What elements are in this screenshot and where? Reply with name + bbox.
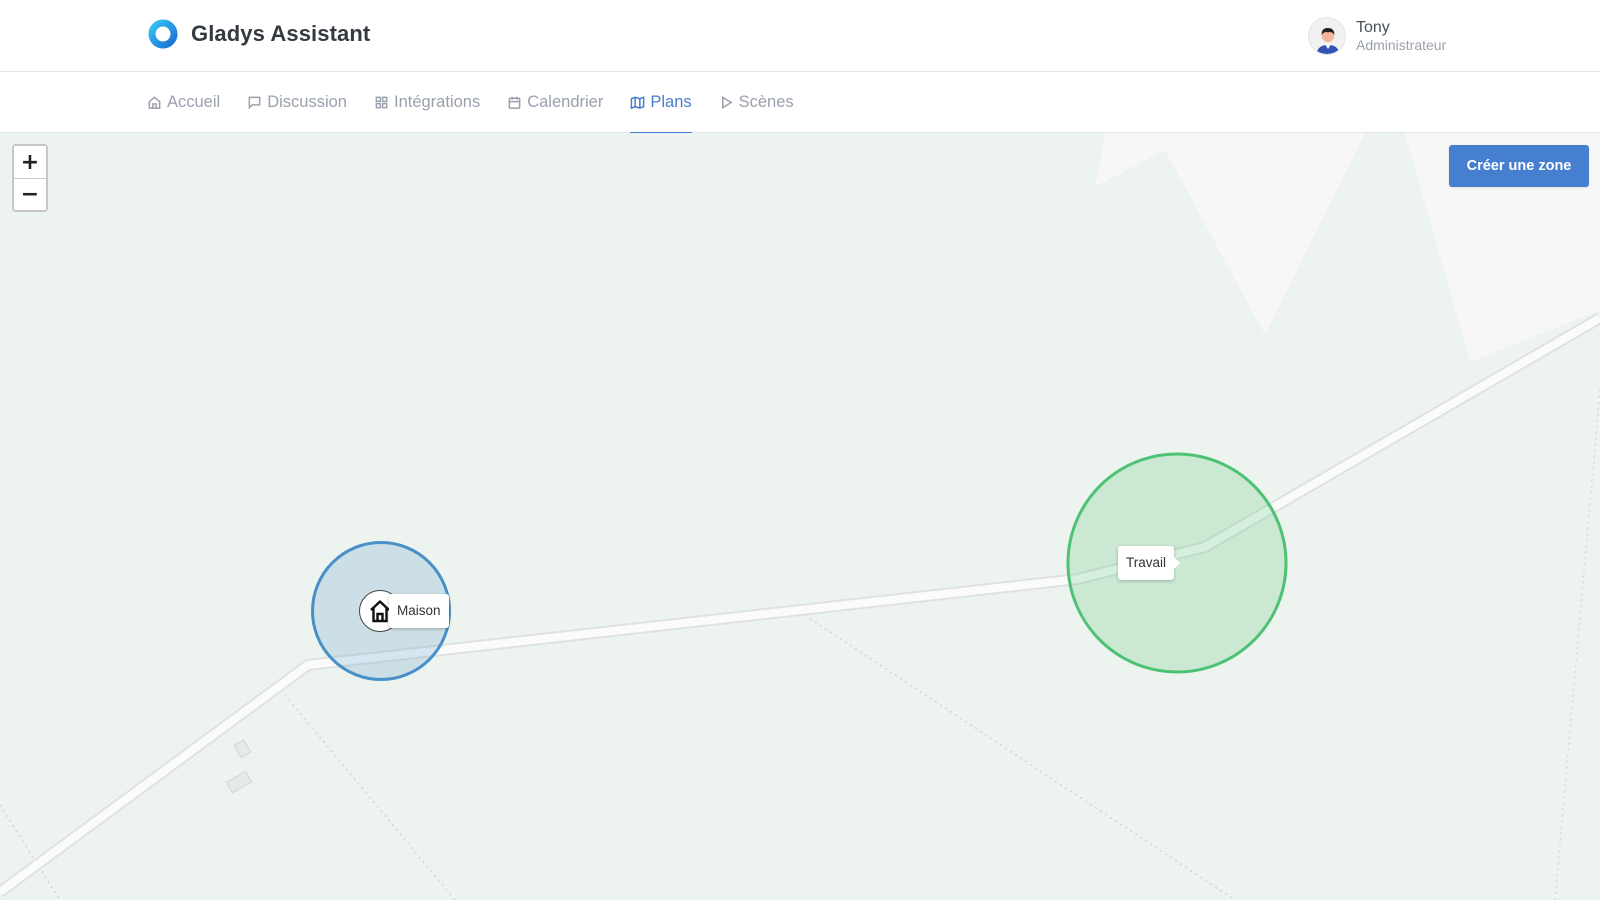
nav-item-label: Intégrations	[393, 93, 481, 111]
nav-item-discussion[interactable]: Discussion	[247, 72, 347, 133]
main-nav: Accueil Discussion Intégrations Calendri…	[0, 72, 1600, 134]
nav-item-label: Accueil	[167, 93, 221, 111]
nav-item-scenes[interactable]: Scènes	[719, 72, 794, 133]
nav-item-label: Discussion	[267, 93, 347, 111]
zone-label-maison: Maison	[389, 594, 449, 628]
home-icon	[148, 96, 161, 109]
zoom-out-button[interactable]: −	[14, 178, 46, 210]
brand[interactable]: Gladys Assistant	[147, 18, 370, 50]
user-menu[interactable]: Tony Administrateur	[1308, 17, 1446, 55]
grid-icon	[375, 96, 388, 109]
map-canvas[interactable]	[0, 133, 1600, 900]
nav-item-calendrier[interactable]: Calendrier	[507, 72, 603, 133]
avatar	[1308, 17, 1346, 55]
play-icon	[721, 96, 733, 109]
nav-item-integrations[interactable]: Intégrations	[374, 72, 480, 133]
top-header: Gladys Assistant Tony Administrateur	[0, 0, 1600, 72]
calendar-icon	[508, 96, 521, 109]
nav-item-plans[interactable]: Plans	[630, 72, 692, 134]
zoom-control: + −	[12, 144, 48, 212]
nav-item-label: Plans	[650, 93, 692, 111]
nav-item-label: Calendrier	[527, 93, 604, 111]
message-square-icon	[248, 96, 261, 110]
zoom-in-button[interactable]: +	[14, 146, 46, 178]
user-name: Tony	[1356, 19, 1390, 36]
zone-label-travail: Travail	[1118, 546, 1181, 580]
user-role: Administrateur	[1356, 37, 1447, 54]
nav-item-label: Scènes	[738, 93, 794, 111]
map-icon	[631, 96, 645, 110]
nav-item-accueil[interactable]: Accueil	[147, 72, 220, 133]
map-background	[0, 133, 1600, 900]
create-zone-button[interactable]: Créer une zone	[1449, 145, 1589, 187]
app-title: Gladys Assistant	[191, 21, 371, 46]
gladys-logo-icon	[148, 19, 178, 49]
